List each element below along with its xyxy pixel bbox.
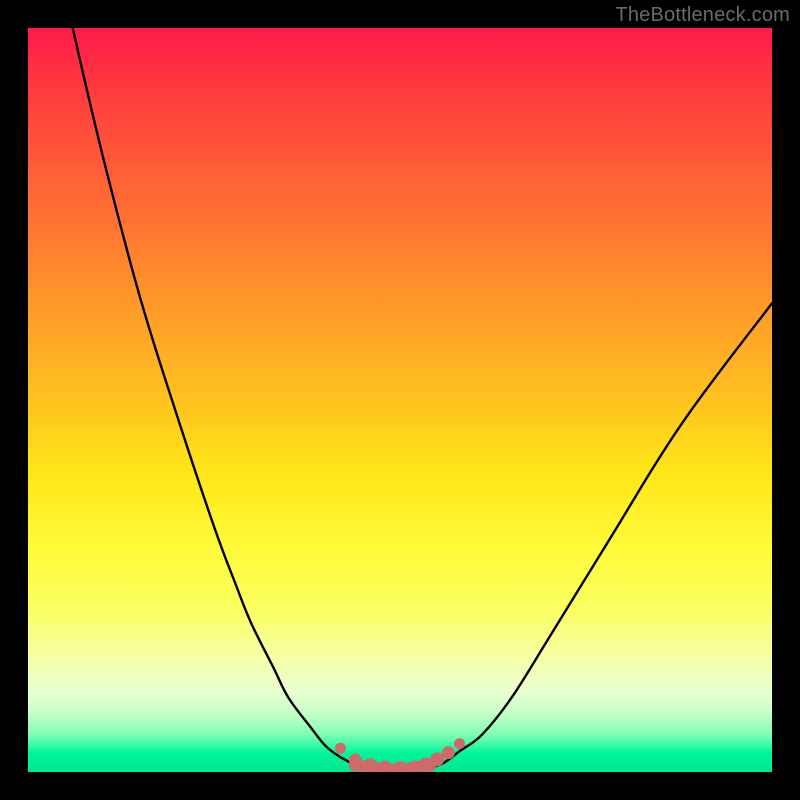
highlight-dot [442, 746, 455, 759]
highlight-dot [378, 761, 392, 772]
highlight-dot [335, 743, 346, 754]
watermark-text: TheBottleneck.com [615, 4, 790, 27]
outer-frame: TheBottleneck.com [0, 0, 800, 800]
highlight-dot [349, 754, 362, 767]
highlight-dot [363, 758, 377, 772]
curve-layer [28, 28, 772, 772]
highlight-dot [430, 752, 444, 766]
highlight-dot [454, 738, 465, 749]
curve-left-curve [73, 28, 371, 768]
highlight-dot [393, 761, 407, 772]
plot-area [28, 28, 772, 772]
curve-right-curve [430, 303, 772, 768]
marker-group [335, 738, 465, 772]
curve-group [73, 28, 772, 770]
